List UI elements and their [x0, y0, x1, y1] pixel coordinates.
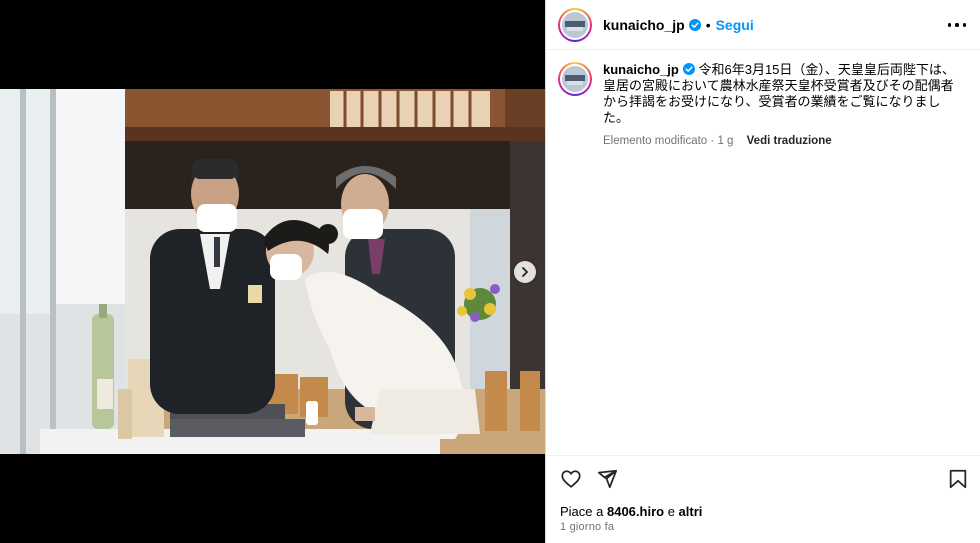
likes-mid: e — [664, 504, 679, 519]
see-translation-button[interactable]: Vedi traduzione — [747, 135, 832, 147]
header-separator: • — [705, 16, 711, 33]
more-dot — [962, 23, 966, 27]
post-age[interactable]: 1 g — [717, 135, 733, 147]
caption-username[interactable]: kunaicho_jp — [603, 62, 679, 77]
header-username[interactable]: kunaicho_jp — [603, 17, 685, 33]
post-timestamp[interactable]: 1 giorno fa — [560, 521, 614, 533]
media-panel — [0, 0, 545, 543]
caption-meta: Elemento modificato · 1 g Vedi traduzion… — [603, 135, 963, 147]
photo-scene — [0, 89, 545, 454]
avatar-ring — [560, 9, 590, 40]
post-photo[interactable] — [0, 89, 545, 454]
more-options-button[interactable] — [948, 17, 966, 33]
likes-others-link[interactable]: altri — [679, 504, 703, 519]
likes-prefix: Piace a — [560, 504, 607, 519]
follow-button[interactable]: Segui — [716, 17, 754, 33]
likes-summary: Piace a 8406.hiro e altri — [560, 504, 702, 519]
meta-separator: · — [707, 135, 718, 147]
chevron-right-icon — [522, 267, 528, 277]
edited-label: Elemento modificato — [603, 135, 708, 147]
caption-avatar[interactable] — [558, 62, 592, 96]
action-row — [560, 468, 632, 490]
post-actions: Piace a 8406.hiro e altri 1 giorno fa — [546, 455, 980, 543]
avatar-image — [562, 11, 588, 38]
post-details-panel: kunaicho_jp • Segui kunaicho_jp 令和6年3月15… — [545, 0, 980, 543]
verified-badge-icon — [682, 63, 695, 75]
heart-icon[interactable] — [560, 468, 582, 490]
avatar[interactable] — [558, 7, 592, 42]
caption-body: kunaicho_jp 令和6年3月15日（金）、天皇皇后両陛下は、皇居の宮殿に… — [603, 62, 963, 147]
likes-user[interactable]: 8406.hiro — [607, 504, 664, 519]
caption-comment: kunaicho_jp 令和6年3月15日（金）、天皇皇后両陛下は、皇居の宮殿に… — [558, 62, 968, 147]
paper-plane-icon[interactable] — [596, 468, 618, 490]
bookmark-icon[interactable] — [947, 468, 969, 490]
verified-badge-icon — [688, 18, 701, 31]
avatar-image — [562, 66, 588, 92]
next-photo-button[interactable] — [514, 261, 536, 283]
avatar-ring — [560, 64, 590, 94]
post-header: kunaicho_jp • Segui — [546, 0, 980, 50]
more-dot — [948, 23, 952, 27]
more-dot — [955, 23, 959, 27]
caption-text-block: kunaicho_jp 令和6年3月15日（金）、天皇皇后両陛下は、皇居の宮殿に… — [603, 62, 963, 126]
